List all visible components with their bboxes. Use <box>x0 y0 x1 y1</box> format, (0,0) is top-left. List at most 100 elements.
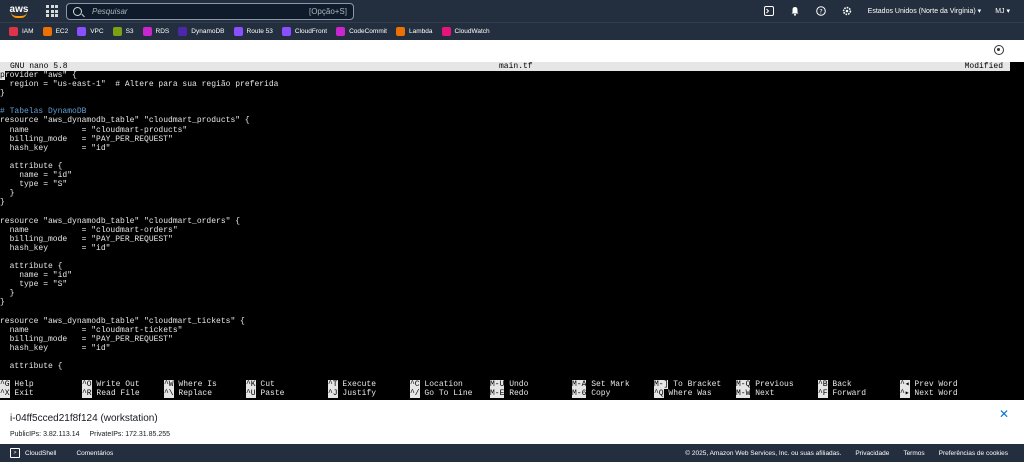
shortcut-label: To Bracket <box>668 380 722 389</box>
text-cursor: p <box>0 71 5 80</box>
account-menu[interactable]: MJ ▾ <box>995 7 1010 15</box>
nano-shortcut: ^T Execute <box>328 380 376 389</box>
favorite-cloudwatch[interactable]: CloudWatch <box>441 27 490 36</box>
shortcut-label: Replace <box>173 389 213 398</box>
favorite-label: DynamoDB <box>191 28 225 35</box>
favorite-codecommit[interactable]: CodeCommit <box>336 27 387 36</box>
user-initials: MJ <box>995 8 1005 15</box>
nano-shortcut: ^O Write Out <box>82 380 140 389</box>
help-icon[interactable]: ? <box>815 5 827 17</box>
editor-line: hash_key = "id" <box>0 243 111 253</box>
editor-line: hash_key = "id" <box>0 143 111 153</box>
search-input[interactable]: Pesquisar [Opção+S] <box>66 2 354 20</box>
lambda-icon <box>396 27 405 36</box>
chevron-down-icon: ▾ <box>977 8 982 15</box>
console-footer: > CloudShell Comentários © 2025, Amazon … <box>0 444 1024 462</box>
favorite-label: CloudWatch <box>454 28 490 35</box>
editor-line: } <box>0 89 5 99</box>
shortcut-label: Previous <box>750 380 794 389</box>
editor-line: } <box>0 189 15 199</box>
nano-modified-status: Modified <box>964 62 1003 71</box>
favorite-rds[interactable]: RDS <box>142 27 169 36</box>
nano-shortcut: M-Q Previous <box>736 380 794 389</box>
editor-line: # Tabelas DynamoDB <box>0 107 87 117</box>
shortcut-label: Location <box>419 380 463 389</box>
editor-line: type = "S" <box>0 280 68 290</box>
settings-gear-icon[interactable] <box>841 5 853 17</box>
top-right-controls: ? Estados Unidos (Norte da Virgínia) ▾ M… <box>756 0 1024 22</box>
cloudshell-footer-icon[interactable]: > <box>10 448 20 458</box>
nano-shortcut: ^Q Where Was <box>654 389 712 398</box>
shortcut-key: ^W <box>164 380 174 389</box>
vpc-icon <box>77 27 87 36</box>
nano-filename: main.tf <box>499 62 533 71</box>
svg-text:?: ? <box>819 7 822 15</box>
favorite-label: CloudFront <box>294 28 328 35</box>
shortcut-label: Copy <box>586 389 611 398</box>
favorite-cloudfront[interactable]: CloudFront <box>281 27 328 36</box>
terms-link[interactable]: Termos <box>903 450 924 457</box>
favorite-s3[interactable]: S3 <box>112 27 134 36</box>
favorite-vpc[interactable]: VPC <box>77 27 104 36</box>
nano-shortcut: M-W Next <box>736 389 774 398</box>
private-ips: PrivateIPs: 172.31.85.255 <box>89 431 171 438</box>
editor-line: } <box>0 298 5 308</box>
editor-line: billing_mode = "PAY_PER_REQUEST" <box>0 334 173 344</box>
editor-line: } <box>0 289 15 299</box>
shortcut-label: Go To Line <box>419 389 473 398</box>
session-settings-icon[interactable] <box>994 45 1004 55</box>
shortcut-label: Execute <box>337 380 377 389</box>
favorite-iam[interactable]: IAM <box>9 27 34 36</box>
shortcut-label: Redo <box>504 389 529 398</box>
shortcut-key: ^X <box>0 389 10 398</box>
cloudshell-icon[interactable] <box>763 5 775 17</box>
nano-title-bar: GNU nano 5.8 main.tf Modified <box>0 62 1010 71</box>
aws-logo[interactable]: aws <box>8 3 30 19</box>
cookie-preferences-link[interactable]: Preferências de cookies <box>939 450 1008 457</box>
nano-shortcut: M-U Undo <box>490 380 528 389</box>
shortcut-label: Exit <box>9 389 34 398</box>
cloudshell-link[interactable]: CloudShell <box>25 450 56 457</box>
favorite-label: S3 <box>125 28 134 35</box>
shortcut-label: Write Out <box>91 380 140 389</box>
shortcut-label: Undo <box>504 380 529 389</box>
dynamodb-icon <box>178 27 188 36</box>
favorite-lambda[interactable]: Lambda <box>396 27 433 36</box>
editor-line: type = "S" <box>0 180 68 190</box>
close-icon[interactable]: ✕ <box>998 408 1010 420</box>
shortcut-key: M-U <box>490 380 505 389</box>
region-label: Estados Unidos (Norte da Virgínia) <box>867 8 976 15</box>
shortcut-key: ^G <box>0 380 10 389</box>
nano-editor-buffer[interactable]: provider "aws" { region = "us-east-1" # … <box>0 71 278 371</box>
footer-links: © 2025, Amazon Web Services, Inc. ou sua… <box>671 450 1008 457</box>
favorite-route53[interactable]: Route 53 <box>233 27 273 36</box>
shortcut-key: M-A <box>572 380 587 389</box>
shortcut-key: M-E <box>490 389 505 398</box>
editor-line: name = "cloudmart-products" <box>0 125 188 135</box>
nano-shortcut: M-6 Copy <box>572 389 610 398</box>
comments-link[interactable]: Comentários <box>76 450 113 457</box>
services-grid-icon[interactable] <box>46 5 58 17</box>
editor-line: hash_key = "id" <box>0 343 111 353</box>
privacy-link[interactable]: Privacidade <box>855 450 889 457</box>
notifications-bell-icon[interactable] <box>789 5 801 17</box>
iam-icon <box>9 27 18 36</box>
favorite-label: Lambda <box>409 28 433 35</box>
terminal[interactable]: GNU nano 5.8 main.tf Modified provider "… <box>0 62 1024 400</box>
favorite-dynamodb[interactable]: DynamoDB <box>178 27 225 36</box>
shortcut-key: ^/ <box>410 389 420 398</box>
codecommit-icon <box>336 27 346 36</box>
shortcut-label: Read File <box>91 389 140 398</box>
editor-line: resource "aws_dynamodb_table" "cloudmart… <box>0 316 245 326</box>
favorite-ec2[interactable]: EC2 <box>42 27 68 36</box>
chevron-down-icon: ▾ <box>1006 8 1010 15</box>
editor-line: resource "aws_dynamodb_table" "cloudmart… <box>0 216 241 226</box>
shortcut-key: M-] <box>654 380 669 389</box>
region-selector[interactable]: Estados Unidos (Norte da Virgínia) ▾ <box>868 7 982 15</box>
shortcut-label: Next <box>750 389 775 398</box>
shortcut-label: Prev Word <box>909 380 958 389</box>
shortcut-key: ^B <box>818 380 828 389</box>
